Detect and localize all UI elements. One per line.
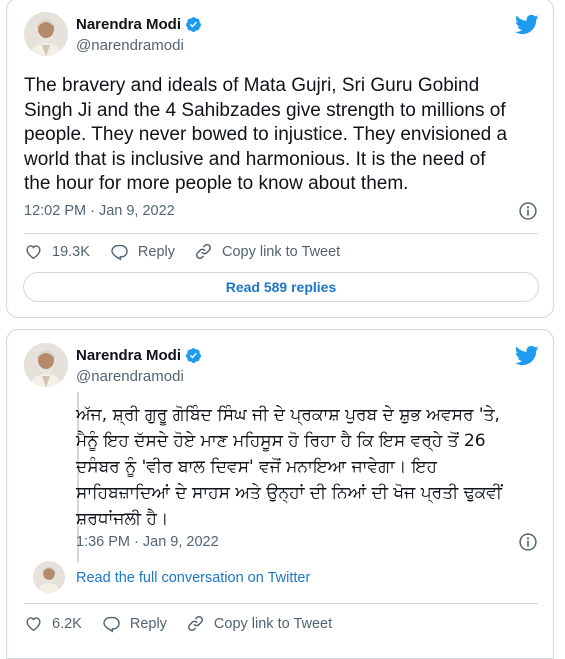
twitter-bird-icon[interactable] — [514, 12, 539, 37]
tweet-timestamp[interactable]: 12:02 PM · Jan 9, 2022 — [24, 203, 175, 219]
heart-icon — [26, 617, 41, 632]
tweet-card: Narendra Modi @narendramodi ਅੱਜ, ਸ਼੍ਰੀ ਗ… — [6, 329, 554, 659]
divider — [24, 603, 538, 604]
like-button[interactable]: 6.2K — [24, 614, 82, 633]
like-button[interactable]: 19.3K — [24, 242, 90, 261]
copy-link-button[interactable]: Copy link to Tweet — [194, 242, 340, 261]
avatar[interactable] — [24, 12, 68, 56]
heart-icon — [26, 245, 41, 260]
tweet-card: Narendra Modi @narendramodi The bravery … — [6, 0, 554, 318]
divider — [24, 233, 538, 234]
verified-badge-icon — [186, 348, 201, 363]
reply-button[interactable]: Reply — [102, 614, 167, 633]
small-avatar[interactable] — [33, 561, 65, 593]
info-icon[interactable] — [518, 201, 538, 221]
like-count: 6.2K — [52, 615, 82, 632]
read-conversation-link[interactable]: Read the full conversation on Twitter — [76, 570, 310, 586]
tweet-text: The bravery and ideals of Mata Gujri, Sr… — [24, 75, 508, 194]
like-count: 19.3K — [52, 243, 90, 260]
link-icon — [187, 615, 203, 632]
link-icon — [195, 243, 212, 260]
reply-icon — [111, 244, 128, 261]
copy-link-button[interactable]: Copy link to Tweet — [186, 614, 332, 633]
twitter-bird-icon[interactable] — [514, 343, 539, 368]
verified-badge-icon — [186, 17, 201, 32]
author-name[interactable]: Narendra Modi — [76, 347, 181, 364]
author-name[interactable]: Narendra Modi — [76, 16, 181, 33]
avatar[interactable] — [24, 343, 68, 387]
tweet-text: ਅੱਜ, ਸ਼੍ਰੀ ਗੁਰੂ ਗੋਬਿੰਦ ਸਿੰਘ ਜੀ ਦੇ ਪ੍ਰਕਾਸ… — [76, 405, 503, 529]
author-handle[interactable]: @narendramodi — [76, 37, 184, 54]
tweet-timestamp[interactable]: 1:36 PM · Jan 9, 2022 — [76, 534, 219, 550]
tweet-actions: 6.2K Reply Copy link to Tweet — [24, 614, 332, 633]
tweet-actions: 19.3K Reply Copy link to Tweet — [24, 242, 340, 261]
reply-button[interactable]: Reply — [110, 242, 175, 261]
reply-icon — [103, 616, 120, 633]
author-handle[interactable]: @narendramodi — [76, 368, 184, 385]
info-icon[interactable] — [518, 532, 538, 552]
read-replies-button[interactable]: Read 589 replies — [23, 272, 539, 302]
